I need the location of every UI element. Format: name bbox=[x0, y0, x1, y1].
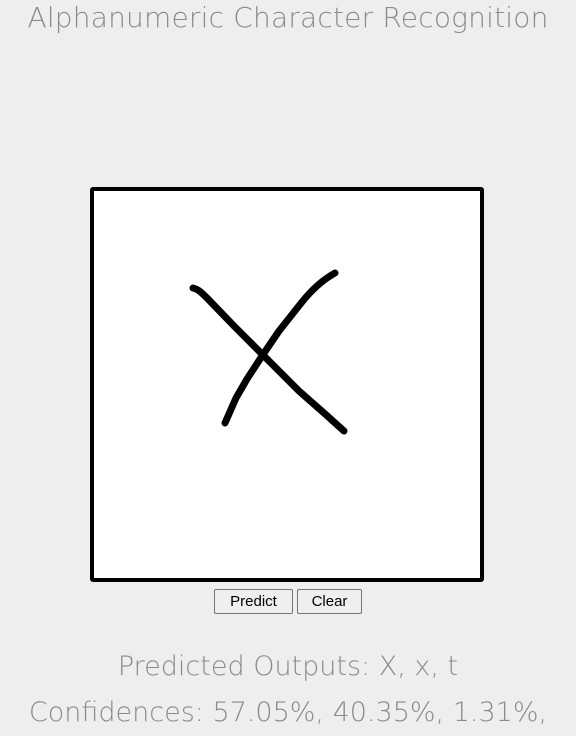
drawing-canvas[interactable] bbox=[90, 187, 484, 582]
button-row: Predict Clear bbox=[0, 589, 576, 614]
stroke-1 bbox=[189, 284, 348, 435]
predicted-outputs-text: Predicted Outputs: X, x, t bbox=[117, 651, 459, 682]
results-panel: Predicted Outputs: X, x, t Confidences: … bbox=[0, 644, 576, 736]
clear-button[interactable]: Clear bbox=[297, 589, 362, 614]
app-page: Alphanumeric Character Recognition Predi… bbox=[0, 0, 576, 736]
drawn-x-strokes bbox=[189, 269, 348, 435]
stroke-2 bbox=[221, 269, 339, 427]
confidences-text: Confidences: 57.05%, 40.35%, 1.31%, bbox=[28, 697, 548, 728]
page-title: Alphanumeric Character Recognition bbox=[27, 1, 549, 34]
predict-button[interactable]: Predict bbox=[214, 589, 293, 614]
